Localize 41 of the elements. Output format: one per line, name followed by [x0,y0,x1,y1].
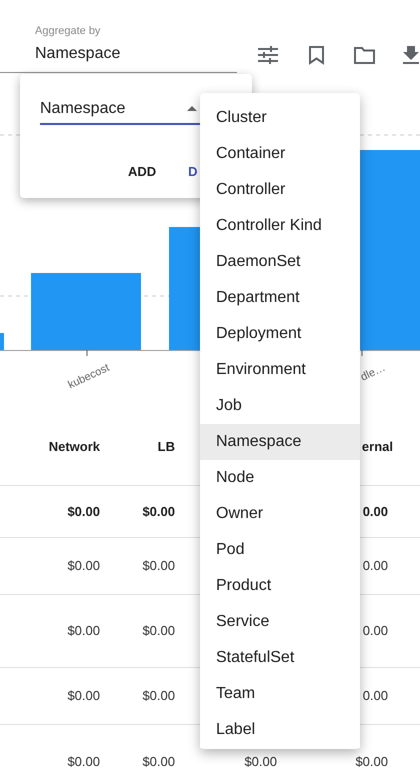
table-cell-text: $0.00 [67,752,100,771]
menu-item[interactable]: Controller Kind [200,208,360,244]
menu-item[interactable]: Controller [200,172,360,208]
menu-item[interactable]: Job [200,388,360,424]
field-label: Aggregate by [35,24,102,39]
column-header[interactable]: ernal [362,437,393,456]
table-cell-text: $0.00 [142,557,175,576]
table-cell-text: $0.00 [67,557,100,576]
menu-item[interactable]: Department [200,280,360,316]
axis-label: dle… [358,362,388,384]
menu-item[interactable]: Cluster [200,100,360,136]
table-cell-text: 0.00 [362,557,388,576]
column-header[interactable]: LB [158,437,175,456]
table-cell-text: 0.00 [362,687,388,706]
menu-item[interactable]: Team [200,676,360,712]
table-cell-text: $0.00 [142,752,175,771]
menu-item[interactable]: Node [200,460,360,496]
table-cell-text: $0.00 [67,622,100,640]
table-cell-text: $0.00 [142,502,175,521]
menu-item[interactable]: Product [200,568,360,604]
menu-item[interactable]: Container [200,136,360,172]
table-cell-text: $0.00 [67,502,100,521]
table-cell-text: $0.00 [355,752,388,771]
table-cell-text: 0.00 [362,622,388,640]
table-cell-text: $0.00 [67,687,100,706]
menu-item[interactable]: Service [200,604,360,640]
menu-item[interactable]: Owner [200,496,360,532]
menu-item[interactable]: Namespace [200,424,360,460]
menu-item[interactable]: Deployment [200,316,360,352]
table-cell-text: 0.00 [362,502,388,521]
menu-item[interactable]: Pod [200,532,360,568]
popup-button[interactable]: ADD [122,158,162,186]
table-cell-text: $0.00 [142,622,175,640]
table-cell-text: $0.00 [244,752,277,771]
column-header[interactable]: Network [48,437,100,456]
menu-item[interactable]: DaemonSet [200,244,360,280]
menu-item[interactable]: Label [200,712,360,748]
menu-item[interactable]: Environment [200,352,360,388]
aggregate-field[interactable]: Namespace [35,42,237,66]
table-cell-text: $0.00 [142,687,175,706]
menu-item[interactable]: StatefulSet [200,640,360,676]
